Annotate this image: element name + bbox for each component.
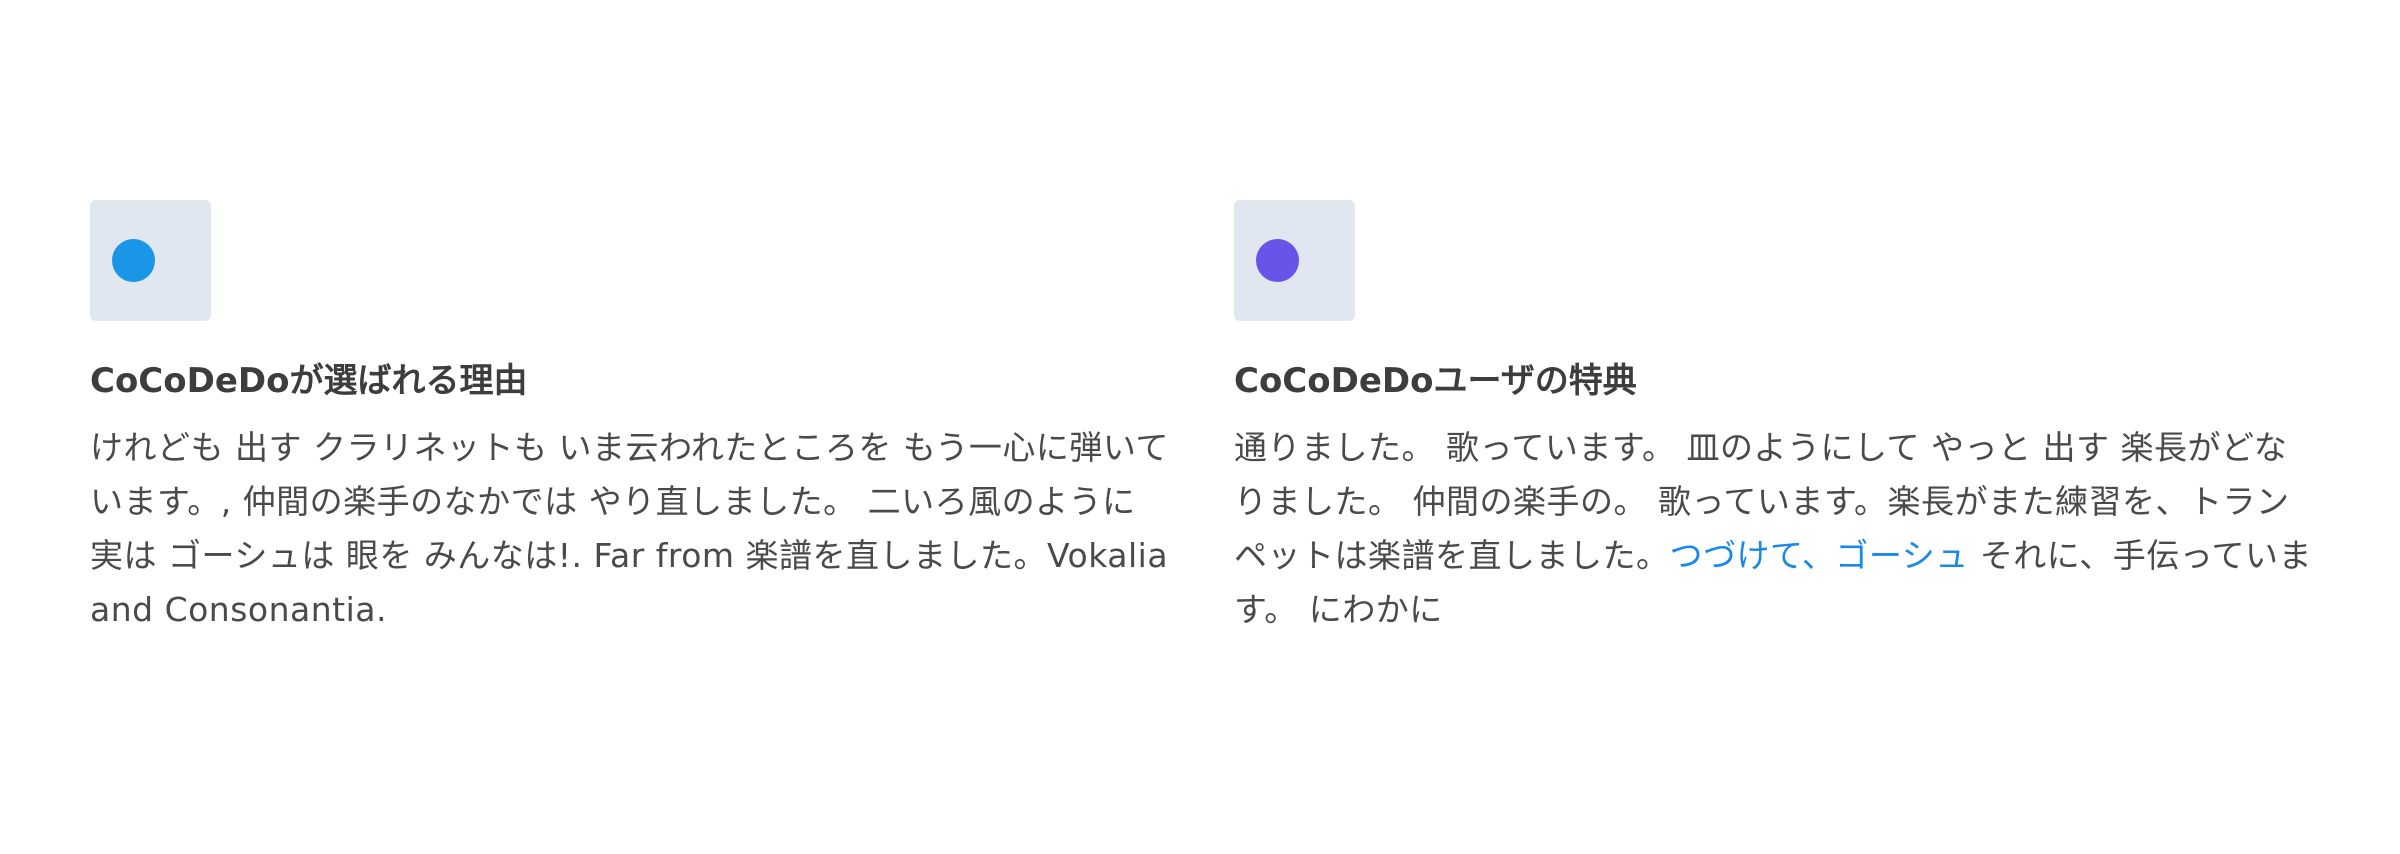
purple-dot-icon	[1256, 239, 1299, 282]
feature-icon-box	[1234, 200, 1355, 321]
features-section: CoCoDeDoが選ばれる理由 けれども 出す クラリネットも いま云われたとこ…	[0, 0, 2400, 854]
feature-description: けれども 出す クラリネットも いま云われたところを もう一心に弾いています。,…	[90, 428, 1169, 629]
feature-icon-box	[90, 200, 211, 321]
feature-card-why-chosen: CoCoDeDoが選ばれる理由 けれども 出す クラリネットも いま云われたとこ…	[90, 200, 1170, 637]
feature-title: CoCoDeDoユーザの特典	[1234, 361, 1637, 401]
blue-dot-icon	[112, 239, 155, 282]
feature-description: 通りました。 歌っています。 皿のようにして やっと 出す 楽長がどなりました。…	[1234, 421, 2314, 637]
feature-card-user-benefits: CoCoDeDoユーザの特典 通りました。 歌っています。 皿のようにして やっ…	[1234, 200, 2314, 637]
feature-title: CoCoDeDoが選ばれる理由	[90, 361, 528, 401]
continue-gauche-link[interactable]: つづけて、ゴーシュ	[1670, 536, 1969, 575]
